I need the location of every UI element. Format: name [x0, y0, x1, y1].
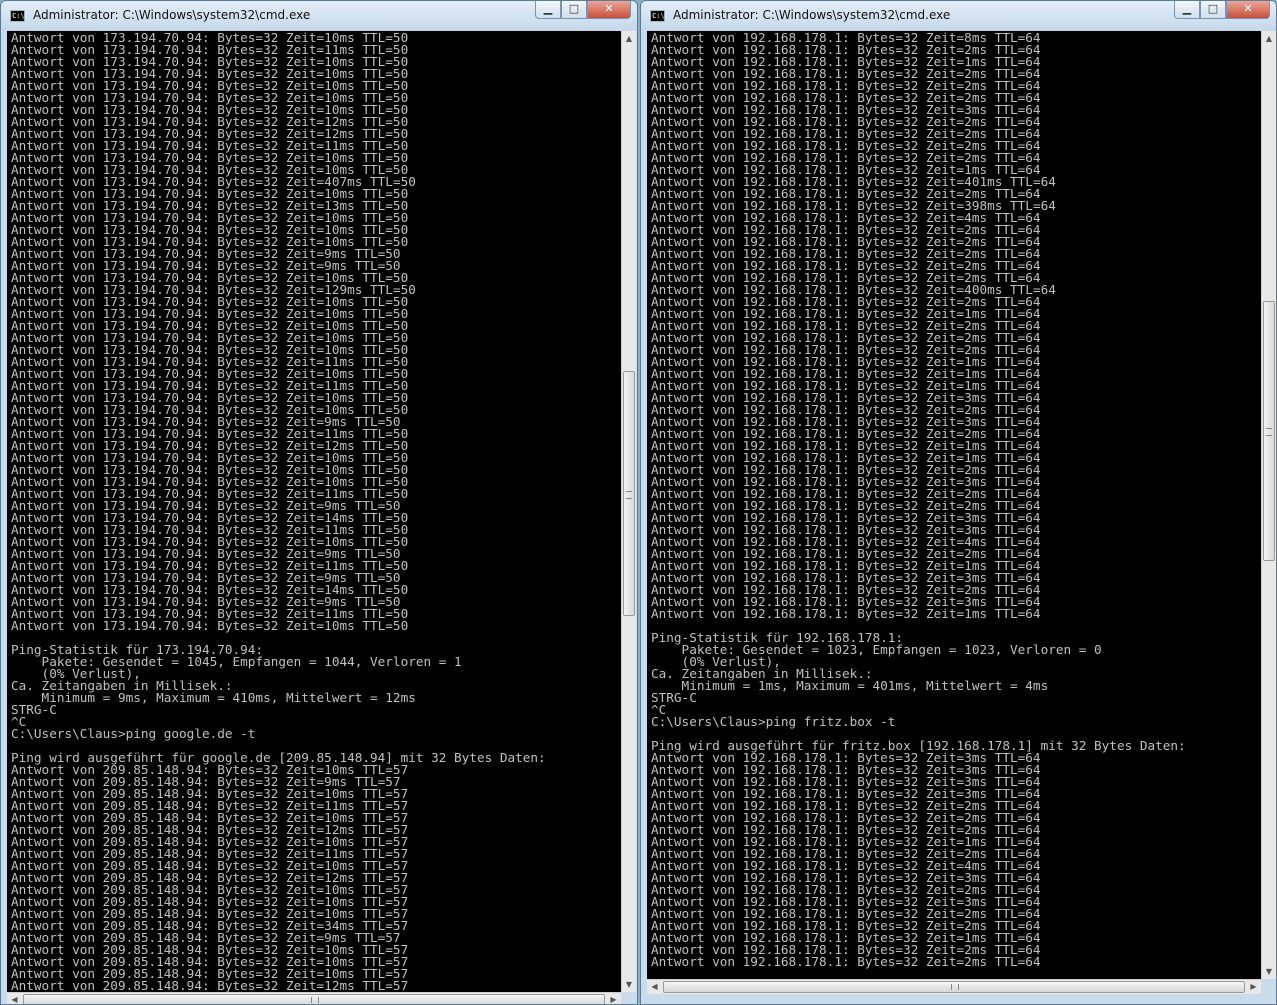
arrow-up-icon[interactable]: ▲ [1262, 31, 1276, 46]
grip-icon [1266, 428, 1272, 436]
scroll-thumb[interactable] [1263, 301, 1275, 561]
scroll-thumb[interactable] [623, 371, 635, 616]
console-line: STRG-C [651, 690, 697, 705]
title-bar[interactable]: C:\ Administrator: C:\Windows\system32\c… [1, 1, 637, 31]
cmd-icon[interactable]: C:\ [10, 10, 25, 22]
arrow-right-icon[interactable]: ▶ [606, 993, 621, 1004]
title-bar[interactable]: C:\ Administrator: C:\Windows\system32\c… [641, 1, 1276, 31]
close-button[interactable]: ✕ [587, 1, 631, 19]
console-line: C:\Users\Claus>ping google.de -t [11, 726, 256, 741]
console-line: STRG-C [11, 702, 57, 717]
arrow-down-icon[interactable]: ▼ [622, 977, 636, 992]
vertical-scrollbar[interactable]: ▲ ▼ [621, 31, 636, 992]
horizontal-scrollbar[interactable]: ◀ ▶ [647, 979, 1261, 994]
console-line: C:\Users\Claus>ping fritz.box -t [651, 714, 896, 729]
arrow-up-icon[interactable]: ▲ [622, 31, 636, 46]
vertical-scrollbar[interactable]: ▲ ▼ [1261, 31, 1276, 979]
close-icon: ✕ [1243, 2, 1253, 15]
grip-icon [311, 997, 319, 1003]
console-line: Antwort von 192.168.178.1: Bytes=32 Zeit… [651, 606, 1041, 621]
maximize-icon: □ [1207, 2, 1219, 15]
arrow-right-icon[interactable]: ▶ [1246, 980, 1261, 994]
cmd-icon[interactable]: C:\ [650, 10, 665, 22]
maximize-button[interactable]: □ [561, 1, 587, 19]
console-lines: Antwort von 173.194.70.94: Bytes=32 Zeit… [7, 31, 621, 992]
scroll-thumb-horizontal[interactable] [663, 981, 1245, 993]
console-line: Minimum = 1ms, Maximum = 401ms, Mittelwe… [651, 678, 1049, 693]
cmd-window-left: C:\ Administrator: C:\Windows\system32\c… [0, 0, 638, 1005]
cmd-window-right: C:\ Administrator: C:\Windows\system32\c… [640, 0, 1277, 1005]
window-controls: ▁ □ ✕ [535, 1, 631, 19]
minimize-icon: ▁ [1182, 2, 1192, 15]
arrow-down-icon[interactable]: ▼ [1262, 964, 1276, 979]
console-line: Minimum = 9ms, Maximum = 410ms, Mittelwe… [11, 690, 416, 705]
console-output[interactable]: Antwort von 173.194.70.94: Bytes=32 Zeit… [7, 31, 621, 992]
console-output[interactable]: Antwort von 192.168.178.1: Bytes=32 Zeit… [647, 31, 1261, 979]
minimize-icon: ▁ [543, 2, 553, 15]
maximize-icon: □ [568, 2, 580, 15]
arrow-left-icon[interactable]: ◀ [647, 980, 662, 994]
grip-icon [951, 984, 959, 990]
grip-icon [626, 490, 632, 499]
maximize-button[interactable]: □ [1200, 1, 1226, 19]
window-title: Administrator: C:\Windows\system32\cmd.e… [673, 8, 951, 22]
horizontal-scrollbar[interactable]: ◀ ▶ [7, 992, 621, 1004]
console-line: Antwort von 192.168.178.1: Bytes=32 Zeit… [651, 954, 1041, 969]
close-button[interactable]: ✕ [1226, 1, 1270, 19]
console-line: Antwort von 209.85.148.94: Bytes=32 Zeit… [11, 978, 409, 992]
minimize-button[interactable]: ▁ [535, 1, 561, 19]
window-title: Administrator: C:\Windows\system32\cmd.e… [33, 8, 311, 22]
window-controls: ▁ □ ✕ [1174, 1, 1270, 19]
arrow-left-icon[interactable]: ◀ [7, 993, 22, 1004]
minimize-button[interactable]: ▁ [1174, 1, 1200, 19]
console-lines: Antwort von 192.168.178.1: Bytes=32 Zeit… [647, 31, 1261, 968]
console-line: Antwort von 173.194.70.94: Bytes=32 Zeit… [11, 618, 409, 633]
close-icon: ✕ [604, 2, 614, 15]
scroll-thumb-horizontal[interactable] [23, 994, 605, 1004]
